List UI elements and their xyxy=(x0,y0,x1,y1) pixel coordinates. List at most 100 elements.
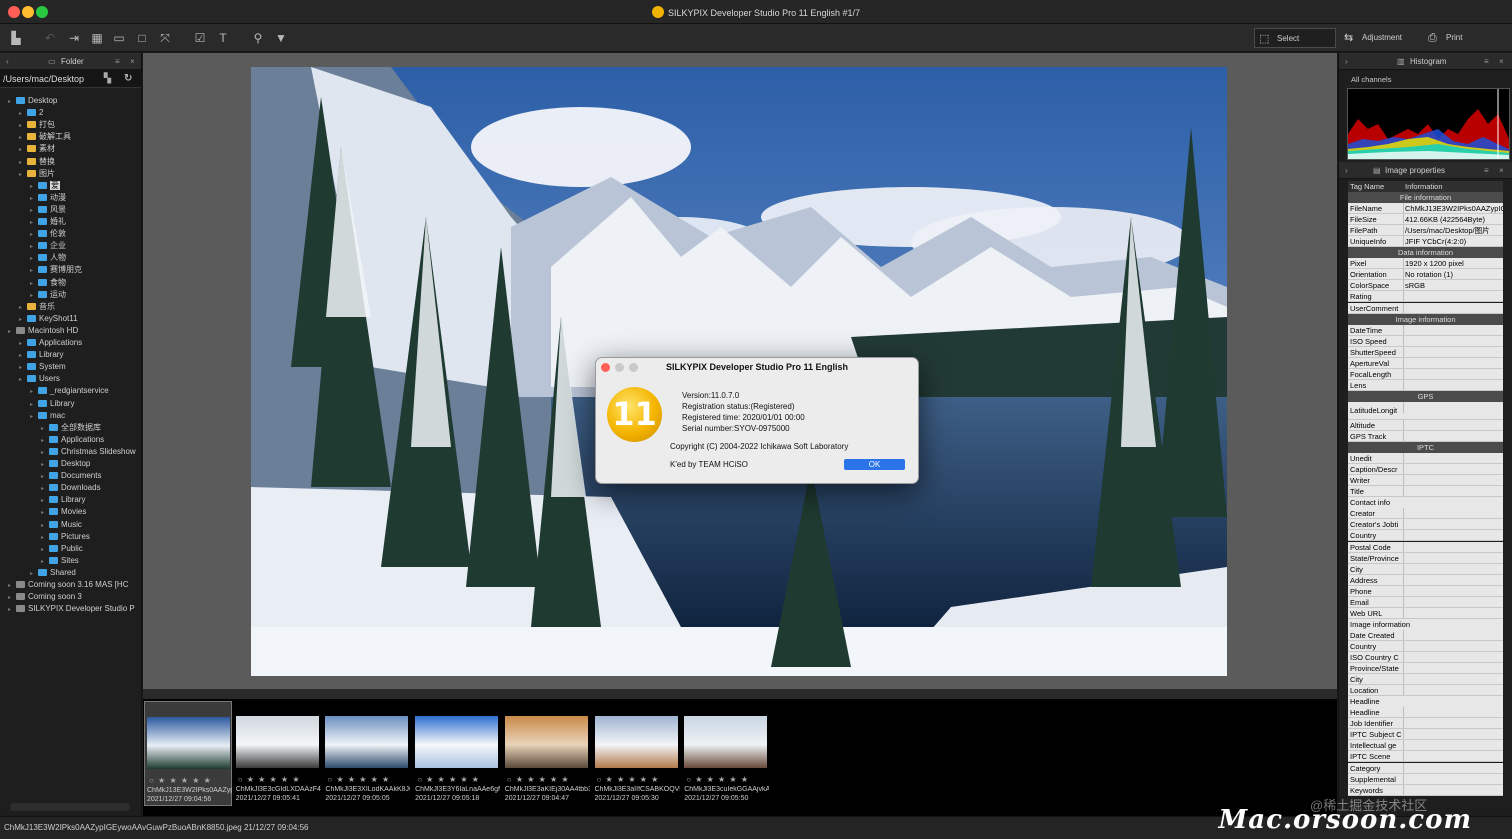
folder-tree-item[interactable]: ▸ 破解工具 xyxy=(19,131,142,143)
folder-tree-item[interactable]: ▸ Coming soon 3.16 MAS [HC xyxy=(8,579,142,591)
property-row[interactable]: FilePath/Users/mac/Desktop/图片 xyxy=(1348,225,1503,237)
folder-tree-item[interactable]: ▸ Documents xyxy=(41,470,142,482)
filmstrip-thumb[interactable]: ○ ★ ★ ★ ★ ★ ChMkJl3E3aIIfCSABKOQVNI 2021/1… xyxy=(593,701,681,806)
folder-tree-item[interactable]: ▸ Movies xyxy=(41,506,142,518)
folder-tree-item[interactable]: ▸ _redgiantservice xyxy=(30,385,142,397)
expand-icon[interactable]: ▸ xyxy=(41,423,49,434)
folder-tree-item[interactable]: ▸ 风景 xyxy=(30,204,142,216)
folder-tree-item[interactable]: ▸ Shared xyxy=(30,567,142,579)
folder-tree-item[interactable]: ▸ Library xyxy=(30,398,142,410)
expand-icon[interactable]: ▸ xyxy=(41,520,49,531)
browse-icon[interactable]: ▚ xyxy=(104,73,111,84)
property-row[interactable]: Country xyxy=(1348,640,1503,652)
folder-tree-item[interactable]: ▸ Applications xyxy=(19,337,142,349)
expand-icon[interactable]: ▸ xyxy=(19,120,27,131)
expand-icon[interactable]: ▸ xyxy=(30,229,38,240)
rating-stars[interactable]: ○ ★ ★ ★ ★ ★ xyxy=(149,776,212,785)
folder-tree-item[interactable]: ▸ Downloads xyxy=(41,482,142,494)
property-row[interactable]: Unedit xyxy=(1348,453,1503,465)
expand-icon[interactable]: ▸ xyxy=(30,411,38,422)
collapse-left-icon[interactable]: ‹ xyxy=(6,53,9,70)
folder-tree-item[interactable]: ▸ Library xyxy=(41,494,142,506)
folder-tree-item[interactable]: ▸ 企业 xyxy=(30,240,142,252)
expand-icon[interactable]: ▸ xyxy=(41,459,49,470)
refresh-icon[interactable]: ↻ xyxy=(124,73,132,84)
filmstrip-thumb[interactable]: ○ ★ ★ ★ ★ ★ ChMkJl3E3cuIekGGAAjvkA-c 2021/… xyxy=(682,701,770,806)
folder-tree-item[interactable]: ▸ 动漫 xyxy=(30,192,142,204)
expand-icon[interactable]: ▸ xyxy=(30,181,38,192)
grid-view-icon[interactable]: ▦ xyxy=(89,30,105,46)
filmstrip-thumb[interactable]: ○ ★ ★ ★ ★ ★ ChMkJl3E3aKIEj30AA4tbb3 2021/1… xyxy=(503,701,591,806)
select-button[interactable]: ⬚ Select xyxy=(1254,28,1336,48)
property-row[interactable]: Web URL xyxy=(1348,607,1503,619)
filter-icon[interactable]: ▼ xyxy=(273,30,289,46)
property-row[interactable]: City xyxy=(1348,674,1503,686)
property-row[interactable]: Creator's Jobti xyxy=(1348,519,1503,531)
property-row[interactable]: FileSize 412.66KB (422564Byte) xyxy=(1348,214,1503,226)
expand-icon[interactable]: ▸ xyxy=(30,241,38,252)
property-row[interactable]: Headline xyxy=(1348,707,1503,719)
filmstrip-thumb[interactable]: ○ ★ ★ ★ ★ ★ ChMkJ13E3W2IPks0AAZypIGEywoAA… xyxy=(144,701,232,806)
panel-menu-icon[interactable]: ≡ xyxy=(115,53,120,70)
expand-icon[interactable]: ▸ xyxy=(30,253,38,264)
expand-icon[interactable]: ▸ xyxy=(30,278,38,289)
property-row[interactable]: Keywords xyxy=(1348,784,1503,796)
property-row[interactable]: Title xyxy=(1348,486,1503,498)
expand-icon[interactable]: ▸ xyxy=(8,96,16,107)
expand-icon[interactable]: ▸ xyxy=(30,205,38,216)
expand-icon[interactable]: ▸ xyxy=(30,568,38,579)
expand-icon[interactable]: ▸ xyxy=(41,483,49,494)
folder-tree-item[interactable]: ▸ 伦敦 xyxy=(30,228,142,240)
filmstrip-thumb[interactable]: ○ ★ ★ ★ ★ ★ ChMkJl3E3XILodKAAkK8JC 2021/12… xyxy=(323,701,411,806)
expand-icon[interactable]: ▸ xyxy=(30,193,38,204)
property-row[interactable]: FileName ChMkJ13E3W2IPks0AAZypIGEywoAAvGu… xyxy=(1348,203,1503,215)
rating-stars[interactable]: ○ ★ ★ ★ ★ ★ xyxy=(597,775,660,784)
folder-tree-item[interactable]: ▸ Coming soon 3 xyxy=(8,591,142,603)
rating-stars[interactable]: ○ ★ ★ ★ ★ ★ xyxy=(686,775,749,784)
folder-tree-item[interactable]: ▸ mac xyxy=(30,410,142,422)
expand-icon[interactable]: ▸ xyxy=(8,580,16,591)
expand-icon[interactable]: ▸ xyxy=(8,326,16,337)
filmstrip-splitter[interactable] xyxy=(143,689,1337,699)
undo-icon[interactable]: ↶ xyxy=(42,30,58,46)
expand-icon[interactable]: ▸ xyxy=(41,507,49,518)
folder-tree-item[interactable]: ▸ Desktop xyxy=(8,95,142,107)
rating-stars[interactable]: ○ ★ ★ ★ ★ ★ xyxy=(507,775,570,784)
close-panel-icon[interactable]: × xyxy=(130,53,135,70)
folder-tree-item[interactable]: ▸ 赛博朋克 xyxy=(30,264,142,276)
expand-icon[interactable]: ▸ xyxy=(41,447,49,458)
expand-icon[interactable]: ▸ xyxy=(30,399,38,410)
loupe-icon[interactable]: ⚲ xyxy=(250,30,266,46)
ok-button[interactable]: OK xyxy=(844,459,905,470)
expand-icon[interactable]: ▸ xyxy=(19,314,27,325)
expand-icon[interactable]: ▸ xyxy=(41,471,49,482)
expand-icon[interactable]: ▸ xyxy=(19,157,27,168)
property-row[interactable]: ISO Speed xyxy=(1348,335,1503,347)
property-row[interactable]: FocalLength xyxy=(1348,368,1503,380)
folder-scrollbar[interactable] xyxy=(10,803,130,811)
filmstrip-thumb[interactable]: ○ ★ ★ ★ ★ ★ ChMkJl3E3Y6IaLnaAAe6gMf 2021/1… xyxy=(413,701,501,806)
check-icon[interactable]: ☑ xyxy=(192,30,208,46)
expand-icon[interactable]: ▸ xyxy=(41,544,49,555)
property-row[interactable]: Province/State xyxy=(1348,663,1503,675)
expand-icon[interactable]: ▸ xyxy=(19,350,27,361)
property-row[interactable]: UniqueInfo JFIF YCbCr(4:2:0) xyxy=(1348,236,1503,248)
property-row[interactable]: GPS Track xyxy=(1348,431,1503,443)
properties-close-icon[interactable]: × xyxy=(1499,162,1504,179)
property-row[interactable]: Creator xyxy=(1348,508,1503,520)
collapse-right-icon[interactable]: › xyxy=(1345,53,1348,70)
property-row[interactable]: City xyxy=(1348,563,1503,575)
folder-tree-item[interactable]: ▸ System xyxy=(19,361,142,373)
property-row[interactable]: IPTC Scene xyxy=(1348,751,1503,763)
folder-tree-item[interactable]: ▸ 替换 xyxy=(19,156,142,168)
folder-tree-item[interactable]: ▸ Desktop xyxy=(41,458,142,470)
rating-stars[interactable]: ○ ★ ★ ★ ★ ★ xyxy=(417,775,480,784)
property-row[interactable]: ColorSpace sRGB xyxy=(1348,280,1503,292)
rating-stars[interactable]: ○ ★ ★ ★ ★ ★ xyxy=(238,775,301,784)
property-row[interactable]: Category xyxy=(1348,762,1503,774)
folder-tree-item[interactable]: ▸ 婚礼 xyxy=(30,216,142,228)
property-row[interactable]: Address xyxy=(1348,574,1503,586)
folder-tree-item[interactable]: ▸ KeyShot11 xyxy=(19,313,142,325)
expand-icon[interactable]: ▸ xyxy=(19,362,27,373)
folder-path[interactable]: /Users/mac/Desktop xyxy=(3,74,91,84)
